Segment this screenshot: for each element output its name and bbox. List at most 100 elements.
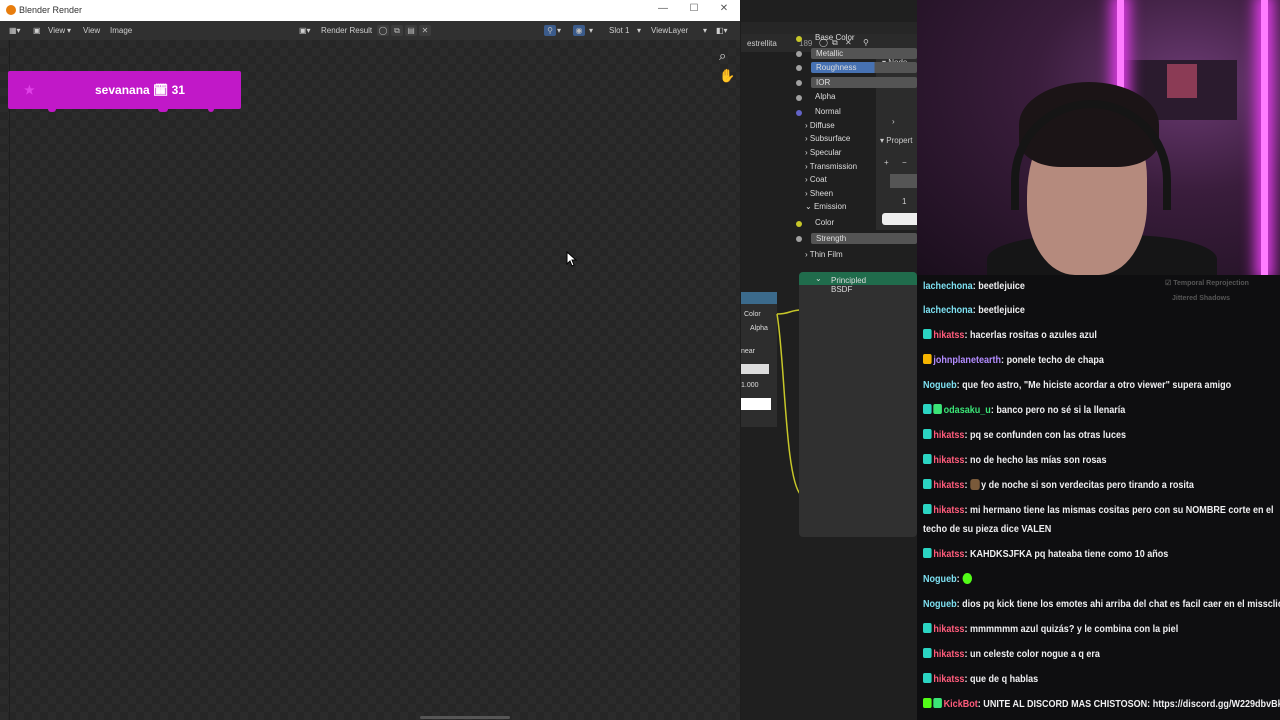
- input-socket[interactable]: [796, 80, 802, 86]
- value-field[interactable]: 1: [902, 197, 906, 206]
- bsdf-input-roughness[interactable]: Roughness: [811, 62, 917, 73]
- bsdf-input-normal[interactable]: Normal: [815, 107, 841, 116]
- chat-username[interactable]: johnplanetearth: [933, 354, 1001, 366]
- image-texture-node[interactable]: Color Alpha near 1.000: [741, 292, 777, 427]
- add-icon[interactable]: +: [884, 158, 889, 167]
- bsdf-title: Principled BSDF: [831, 276, 867, 294]
- chat-username[interactable]: lachechona: [923, 280, 973, 292]
- material-name-field[interactable]: estrellita: [747, 39, 777, 48]
- input-socket[interactable]: [796, 36, 802, 42]
- chat-username[interactable]: hikatss: [933, 504, 964, 516]
- value-field[interactable]: 1.000: [741, 382, 759, 389]
- input-socket[interactable]: [796, 236, 802, 242]
- input-socket[interactable]: [796, 221, 802, 227]
- bsdf-input-diffuse[interactable]: › Diffuse: [805, 121, 835, 130]
- chat-username[interactable]: Nogueb: [923, 598, 957, 610]
- chat-message: odasaku_u: banco pero no sé si la llenar…: [923, 401, 1228, 420]
- node-header: [741, 292, 777, 304]
- overlay-icon[interactable]: ◉: [573, 25, 585, 36]
- image-name-field[interactable]: Render Result: [321, 26, 372, 35]
- bsdf-input-specular[interactable]: › Specular: [805, 148, 841, 157]
- menu-view-mode[interactable]: View: [48, 26, 65, 35]
- bsdf-input-label: IOR: [816, 78, 831, 87]
- chat-username[interactable]: hikatss: [933, 623, 964, 635]
- webcam-feed: [917, 0, 1280, 275]
- input-socket[interactable]: [796, 51, 802, 57]
- input-socket[interactable]: [796, 95, 802, 101]
- chat-message: hikatss: mmmmmm azul quizás? y le combin…: [923, 620, 1228, 639]
- color-swatch[interactable]: [882, 213, 917, 225]
- zoom-icon[interactable]: ⌕: [719, 48, 726, 64]
- chat-username[interactable]: odasaku_u: [944, 404, 991, 416]
- bsdf-input-base-color[interactable]: Base Color: [815, 33, 855, 42]
- chat-username[interactable]: Nogueb: [923, 379, 957, 391]
- bsdf-input-strength[interactable]: Strength: [811, 233, 917, 244]
- bsdf-input-label: Specular: [809, 148, 842, 157]
- chat-username[interactable]: KickBot: [944, 698, 978, 710]
- fake-user-icon[interactable]: ◯: [377, 25, 389, 36]
- chat-username[interactable]: hikatss: [933, 648, 964, 660]
- chat-text: y de noche si son verdecitas pero tirand…: [981, 479, 1194, 491]
- slot-select[interactable]: Slot 1: [609, 26, 629, 35]
- bsdf-input-thin-film[interactable]: › Thin Film: [805, 250, 843, 259]
- bsdf-input-sheen[interactable]: › Sheen: [805, 189, 833, 198]
- chat-username[interactable]: hikatss: [933, 673, 964, 685]
- render-banner: ★ sevanana 🗓 31: [8, 71, 241, 112]
- chat-message: hikatss: pq se confunden con las otras l…: [923, 426, 1228, 445]
- bsdf-input-label: Metallic: [816, 49, 844, 58]
- bsdf-input-subsurface[interactable]: › Subsurface: [805, 134, 850, 143]
- chat-message: Nogueb:: [923, 570, 1228, 589]
- bsdf-input-ior[interactable]: IOR: [811, 77, 917, 88]
- duplicate-icon[interactable]: ⧉: [391, 25, 403, 36]
- chat-username[interactable]: lachechona: [923, 304, 973, 316]
- chevron-right-icon[interactable]: ›: [892, 117, 895, 126]
- horizontal-scrollbar[interactable]: [420, 716, 510, 719]
- bsdf-input-metallic[interactable]: Metallic: [811, 48, 917, 59]
- view-layer-select[interactable]: ViewLayer: [651, 26, 688, 35]
- bsdf-input-label: Base Color: [815, 33, 855, 42]
- view-mode-icon[interactable]: ▣: [33, 26, 41, 35]
- remove-icon[interactable]: −: [902, 158, 907, 167]
- bsdf-input-transmission[interactable]: › Transmission: [805, 162, 857, 171]
- bsdf-input-coat[interactable]: › Coat: [805, 175, 827, 184]
- bsdf-input-color[interactable]: Color: [815, 218, 834, 227]
- folder-icon[interactable]: ▤: [405, 25, 417, 36]
- node-header: ⌄ Principled BSDF: [799, 272, 917, 294]
- bsdf-input-emission[interactable]: ⌄ Emission: [805, 202, 846, 211]
- image-browse-icon[interactable]: ▣▾: [299, 26, 311, 35]
- editor-type-icon[interactable]: ▦▾: [9, 26, 21, 35]
- menu-view[interactable]: View: [83, 26, 100, 35]
- minimize-icon[interactable]: —: [655, 3, 671, 17]
- principled-bsdf-node[interactable]: ⌄ Principled BSDF Base Color Metallic Roug…: [796, 33, 917, 537]
- pin-icon[interactable]: ⚲: [863, 38, 869, 47]
- chat-username[interactable]: hikatss: [933, 329, 964, 341]
- input-socket[interactable]: [796, 65, 802, 71]
- gizmo-icon[interactable]: ⚲: [544, 25, 556, 36]
- chat-username[interactable]: Nogueb: [923, 573, 957, 585]
- toolbar-gutter: [0, 40, 10, 720]
- unlink-icon[interactable]: ✕: [419, 25, 431, 36]
- display-channels-icon[interactable]: ◧▾: [716, 26, 728, 35]
- chat-username[interactable]: hikatss: [933, 479, 964, 491]
- color-swatch[interactable]: [741, 398, 771, 410]
- chat-username[interactable]: hikatss: [933, 429, 964, 441]
- bsdf-input-label: Subsurface: [809, 134, 851, 143]
- properties-panel-header[interactable]: ▾ Propert: [880, 136, 912, 145]
- chat-username[interactable]: hikatss: [933, 548, 964, 560]
- render-viewport[interactable]: [0, 40, 740, 720]
- chat-text: beetlejuice: [978, 304, 1025, 316]
- chat-separator: :: [964, 479, 970, 491]
- hand-pan-icon[interactable]: ✋: [719, 68, 735, 84]
- emote-icon: [962, 573, 972, 584]
- window-titlebar: Blender Render — ☐ ✕: [0, 0, 740, 21]
- interpolation-select[interactable]: near: [741, 348, 755, 355]
- bsdf-input-alpha[interactable]: Alpha: [815, 92, 835, 101]
- input-socket[interactable]: [796, 110, 802, 116]
- color-ramp[interactable]: [890, 174, 917, 188]
- maximize-icon[interactable]: ☐: [686, 3, 702, 17]
- chat-username[interactable]: hikatss: [933, 454, 964, 466]
- chat-message: Nogueb: dios pq kick tiene los emotes ah…: [923, 595, 1280, 614]
- drip-decoration: [48, 108, 56, 112]
- close-icon[interactable]: ✕: [716, 3, 732, 17]
- menu-image[interactable]: Image: [110, 26, 132, 35]
